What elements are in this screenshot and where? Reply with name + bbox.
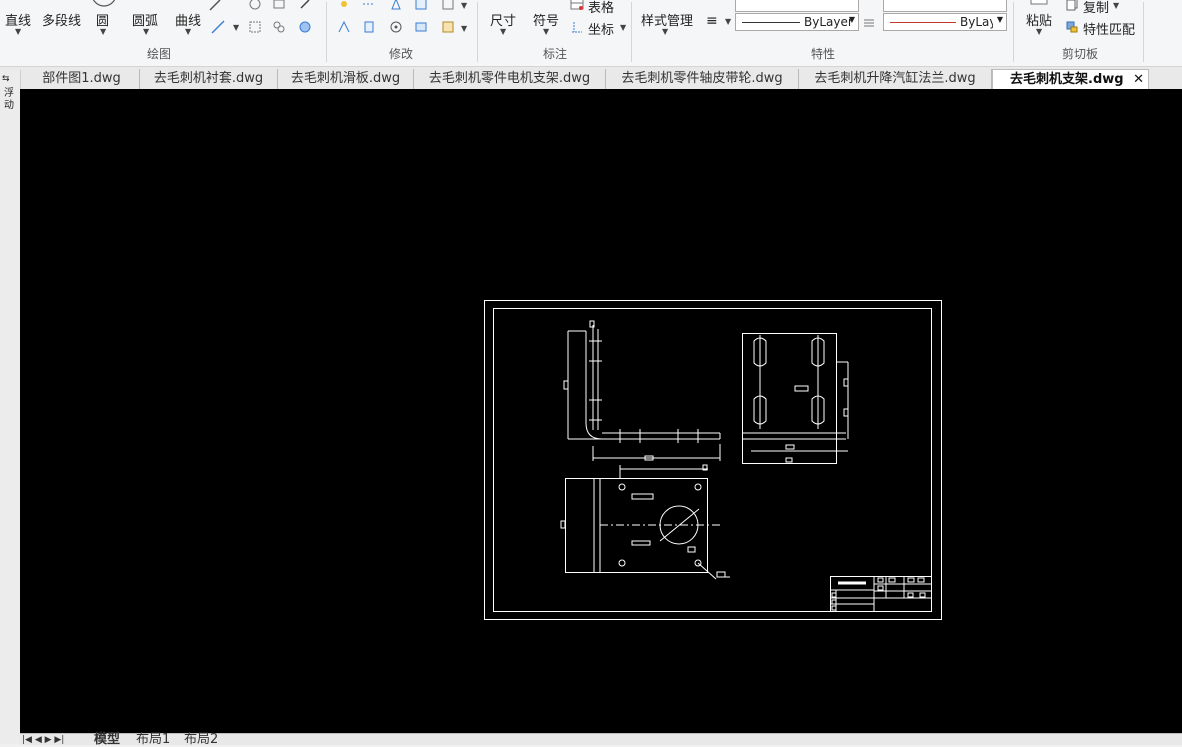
- hatch-tool-icon[interactable]: [248, 20, 262, 34]
- linetype-combo[interactable]: ByLayer ▼: [735, 13, 859, 31]
- tab-slider[interactable]: 去毛刺机滑板.dwg: [278, 69, 414, 89]
- copy-icon[interactable]: [1065, 0, 1079, 11]
- separator: [1143, 2, 1144, 62]
- layout-tab-bar: |◀ ◀ ▶ ▶| 模型 布局1 布局2: [20, 733, 1182, 747]
- lineweight-icon[interactable]: ≡: [706, 13, 718, 29]
- region-tool-icon[interactable]: [272, 20, 286, 34]
- copy-button[interactable]: 复制: [1083, 0, 1109, 16]
- side-view: [742, 333, 849, 464]
- tab-belt-pulley[interactable]: 去毛刺机零件轴皮带轮.dwg: [606, 69, 799, 89]
- table-icon[interactable]: [570, 0, 584, 11]
- rotate-tool-icon[interactable]: [389, 20, 403, 34]
- tab-layout1[interactable]: 布局1: [136, 733, 170, 747]
- document-tab-bar: 部件图1.dwg 去毛刺机衬套.dwg 去毛刺机滑板.dwg 去毛刺机零件电机支…: [0, 67, 1182, 90]
- block-tool-icon[interactable]: [272, 0, 286, 11]
- floating-panel-strip[interactable]: ⇆ 浮 动: [0, 70, 21, 744]
- drawing-sheet[interactable]: [20, 89, 1182, 733]
- style-manager-dropdown-icon[interactable]: ▼: [662, 27, 668, 36]
- tab-bracket-label: 去毛刺机支架.dwg: [1010, 72, 1124, 87]
- sheet-inner-border: [493, 308, 932, 612]
- construction-line-icon[interactable]: [211, 20, 225, 34]
- color-preview: [890, 22, 956, 23]
- stretch-tool-icon[interactable]: [414, 20, 428, 34]
- sheet-outer-border: [484, 300, 942, 620]
- circle-tool-icon[interactable]: [90, 0, 118, 8]
- separator: [631, 2, 632, 62]
- top-view: [560, 464, 730, 580]
- tab-部件图1[interactable]: 部件图1.dwg: [24, 69, 140, 89]
- move-tool-icon[interactable]: [337, 0, 351, 11]
- dimension-dropdown-icon[interactable]: ▼: [500, 27, 506, 36]
- color-dropdown-icon[interactable]: ▼: [997, 15, 1003, 24]
- ribbon: 直线 ▼ 多段线 圆 ▼ 圆弧 ▼ 曲线 ▼ ▼ 绘图 ▼ ▼ 修改 尺寸 ▼ …: [0, 0, 1182, 67]
- floating-label-1: 浮: [4, 88, 14, 99]
- revision-cloud-icon[interactable]: [298, 20, 312, 34]
- match-properties-icon[interactable]: [1065, 20, 1079, 34]
- layout-nav-icon[interactable]: |◀ ◀ ▶ ▶|: [22, 733, 64, 747]
- linescale-icon[interactable]: [862, 16, 876, 30]
- array-tool-icon[interactable]: [441, 0, 455, 11]
- pick-tool-icon[interactable]: [298, 0, 312, 11]
- paste-dropdown-icon[interactable]: ▼: [1036, 27, 1042, 36]
- rectangle-tool-icon[interactable]: [248, 0, 262, 11]
- arc-dropdown-icon[interactable]: ▼: [143, 27, 149, 36]
- lineweight-dropdown-icon[interactable]: ▼: [725, 17, 731, 26]
- array-dropdown-icon[interactable]: ▼: [461, 1, 467, 10]
- tab-cylinder-flange[interactable]: 去毛刺机升降汽缸法兰.dwg: [799, 69, 992, 89]
- model-space-canvas[interactable]: [20, 89, 1182, 733]
- linetype-preview: [742, 22, 800, 23]
- line-tool-icon[interactable]: [208, 0, 222, 12]
- table-button[interactable]: 表格: [588, 0, 614, 16]
- close-icon[interactable]: ✕: [1133, 70, 1144, 90]
- clipboard-group-label: 剪切板: [1061, 47, 1098, 61]
- separator: [1013, 2, 1014, 62]
- coordinate-button[interactable]: 坐标: [588, 19, 614, 38]
- properties-group-label: 特性: [810, 47, 835, 61]
- draw-group-label: 绘图: [146, 47, 171, 61]
- scale-tool-icon[interactable]: [414, 0, 428, 11]
- front-view: [563, 320, 721, 461]
- tab-motor-bracket[interactable]: 去毛刺机零件电机支架.dwg: [414, 69, 606, 89]
- linetype-value: ByLayer: [804, 15, 853, 29]
- separator: [477, 2, 478, 62]
- tab-model[interactable]: 模型: [94, 733, 120, 747]
- explode-tool-icon[interactable]: [441, 20, 455, 34]
- curve-dropdown-icon[interactable]: ▼: [185, 27, 191, 36]
- mirror-tool-icon[interactable]: [389, 0, 403, 11]
- tab-bracket-active[interactable]: 去毛刺机支架.dwg ✕: [992, 69, 1149, 89]
- symbol-dropdown-icon[interactable]: ▼: [543, 27, 549, 36]
- coordinate-dropdown-icon[interactable]: ▼: [620, 23, 626, 32]
- circle-dropdown-icon[interactable]: ▼: [100, 27, 106, 36]
- construction-dropdown-icon[interactable]: ▼: [233, 23, 239, 32]
- copy-dropdown-icon[interactable]: ▼: [1113, 1, 1119, 10]
- linetype-dropdown-icon[interactable]: ▼: [849, 15, 855, 24]
- pin-icon[interactable]: ⇆: [2, 74, 10, 84]
- tab-bushing[interactable]: 去毛刺机衬套.dwg: [140, 69, 278, 89]
- explode-dropdown-icon[interactable]: ▼: [461, 24, 467, 33]
- polyline-button[interactable]: 多段线: [42, 10, 81, 29]
- offset-tool-icon[interactable]: [337, 20, 351, 34]
- paste-icon[interactable]: [1028, 0, 1050, 6]
- line-dropdown-icon[interactable]: ▼: [15, 27, 21, 36]
- title-block: [830, 576, 932, 612]
- layer-combo[interactable]: [735, 0, 859, 12]
- separator: [326, 2, 327, 62]
- coordinate-icon[interactable]: [570, 20, 584, 34]
- color-combo-top[interactable]: [883, 0, 1007, 12]
- color-combo[interactable]: ByLaye ▼: [883, 13, 1007, 31]
- color-value: ByLaye: [960, 15, 993, 29]
- copy-tool-icon[interactable]: [361, 0, 375, 11]
- modify-group-label: 修改: [388, 47, 413, 61]
- match-properties-button[interactable]: 特性匹配: [1083, 19, 1135, 38]
- trim-tool-icon[interactable]: [362, 20, 376, 34]
- floating-label-2: 动: [4, 100, 14, 111]
- tab-layout2[interactable]: 布局2: [184, 733, 218, 747]
- annotate-group-label: 标注: [542, 47, 567, 61]
